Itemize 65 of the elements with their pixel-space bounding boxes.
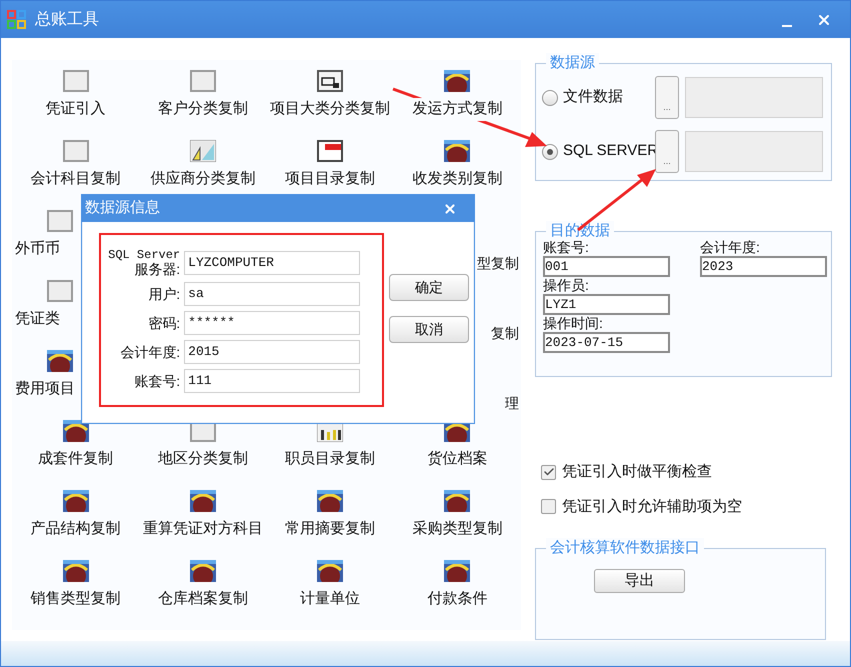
field-label: 会计年度: <box>120 344 180 360</box>
radio-button[interactable] <box>542 90 558 106</box>
text-field[interactable]: ****** <box>184 311 360 335</box>
radio-label[interactable]: SQL SERVER <box>563 140 655 163</box>
square-icon <box>47 210 73 232</box>
path-field[interactable] <box>685 131 823 172</box>
image-icon <box>317 490 344 512</box>
path-field[interactable] <box>685 77 823 118</box>
radio-button[interactable] <box>542 144 558 160</box>
browse-button[interactable]: ... <box>655 76 679 119</box>
form-icon <box>317 70 344 92</box>
app-icon <box>7 10 27 30</box>
text-field[interactable]: sa <box>184 282 360 306</box>
tool-label[interactable]: 发运方式复制 <box>412 98 502 120</box>
image-icon <box>444 70 470 92</box>
image-icon <box>47 350 73 372</box>
dialog-button[interactable]: 确定 <box>389 274 469 301</box>
field-label: 密码: <box>148 316 180 330</box>
window-title: 总账工具 <box>35 10 99 30</box>
checkbox-label[interactable]: 凭证引入时允许辅助项为空 <box>562 496 742 518</box>
text-field[interactable]: 2023 <box>700 256 827 277</box>
image-icon <box>317 560 344 582</box>
image-icon <box>190 490 216 512</box>
dialog-title: 数据源信息 <box>85 198 160 218</box>
export-button[interactable]: 导出 <box>594 569 685 593</box>
image-icon <box>444 140 470 162</box>
dialog-button[interactable]: 取消 <box>389 316 469 343</box>
tool-label[interactable]: 复制 <box>491 323 519 344</box>
image-icon <box>62 490 89 512</box>
text-field[interactable]: LYZ1 <box>543 294 670 315</box>
browse-button[interactable]: ... <box>655 130 679 173</box>
image-icon <box>62 560 89 582</box>
close-button[interactable] <box>443 202 457 216</box>
radio-label[interactable]: 文件数据 <box>563 86 655 109</box>
checkbox[interactable] <box>541 464 556 480</box>
field-label: 账套号: <box>543 239 590 256</box>
checkbox-label[interactable]: 凭证引入时做平衡检查 <box>562 461 712 484</box>
image-icon <box>62 420 89 442</box>
field-label: SQL Server <box>108 249 180 262</box>
tool-label[interactable]: 凭证类 <box>15 308 60 330</box>
field-label: 用户: <box>148 286 180 302</box>
image-icon <box>190 560 216 582</box>
window-icon <box>317 140 344 162</box>
square-icon <box>62 70 89 92</box>
image-icon <box>444 560 470 582</box>
text-field[interactable]: 001 <box>543 256 670 277</box>
field-label: 会计年度: <box>700 239 761 256</box>
field-label: 操作时间: <box>543 315 604 332</box>
square-icon <box>190 70 216 92</box>
arrows-icon <box>190 140 216 162</box>
text-field[interactable]: LYZCOMPUTER <box>184 251 360 275</box>
text-field[interactable]: 2023-07-15 <box>543 332 670 353</box>
field-label: 服务器: <box>134 262 180 277</box>
tool-label[interactable]: 理 <box>505 393 519 414</box>
square-icon <box>47 280 73 302</box>
checkbox[interactable] <box>541 499 556 514</box>
image-icon <box>444 490 470 512</box>
tool-label[interactable]: 外币币 <box>15 238 60 260</box>
tool-label[interactable]: 费用项目 <box>15 378 75 400</box>
field-label: 账套号: <box>134 374 180 388</box>
field-label: 操作员: <box>543 277 590 294</box>
square-icon <box>62 140 89 162</box>
text-field[interactable]: 111 <box>184 369 360 393</box>
text-field[interactable]: 2015 <box>184 340 360 364</box>
tool-label[interactable]: 型复制 <box>477 253 519 274</box>
